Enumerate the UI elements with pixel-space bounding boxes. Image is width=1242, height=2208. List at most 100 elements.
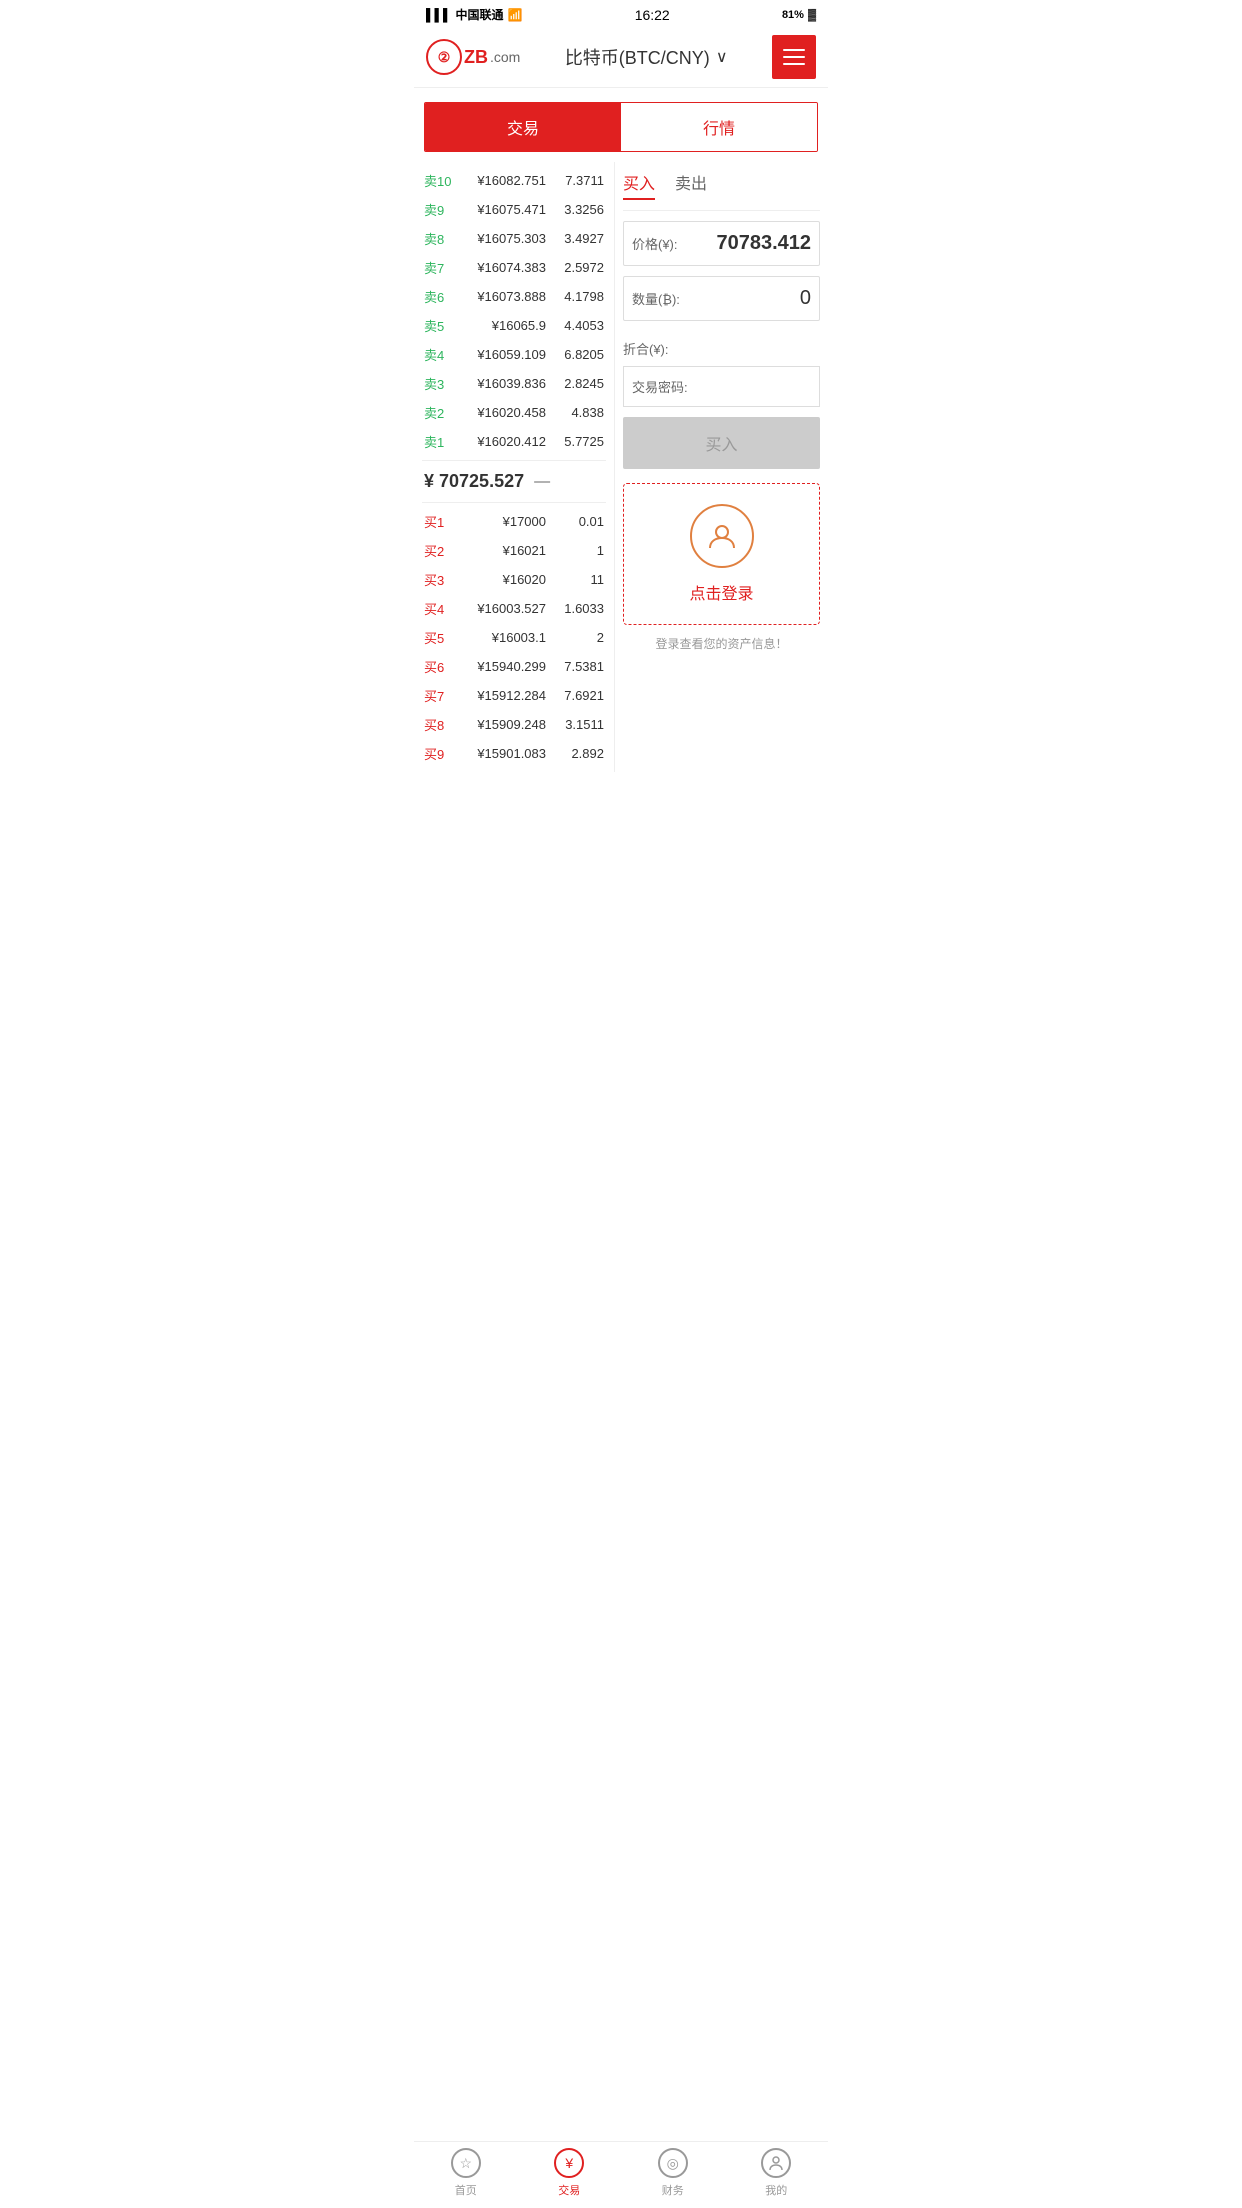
sell-price: ¥16073.888 bbox=[452, 289, 546, 304]
buy-price: ¥16020 bbox=[452, 572, 546, 587]
battery-icon: 81% bbox=[782, 9, 804, 21]
menu-line-2 bbox=[783, 56, 805, 58]
chevron-down-icon: ∨ bbox=[716, 47, 728, 67]
battery-bar: ▓ bbox=[808, 9, 816, 21]
buy-order-row[interactable]: 买4 ¥16003.527 1.6033 bbox=[422, 594, 606, 623]
buy-qty: 7.6921 bbox=[554, 688, 604, 703]
sell-orders: 卖10 ¥16082.751 7.3711 卖9 ¥16075.471 3.32… bbox=[422, 166, 606, 456]
sell-price: ¥16075.303 bbox=[452, 231, 546, 246]
sell-order-row[interactable]: 卖2 ¥16020.458 4.838 bbox=[422, 398, 606, 427]
sell-qty: 4.4053 bbox=[554, 318, 604, 333]
sell-label: 卖9 bbox=[424, 200, 452, 219]
buy-order-row[interactable]: 买9 ¥15901.083 2.892 bbox=[422, 739, 606, 768]
sell-qty: 2.5972 bbox=[554, 260, 604, 275]
sell-qty: 3.3256 bbox=[554, 202, 604, 217]
sell-tab[interactable]: 卖出 bbox=[675, 170, 707, 200]
qty-label: 数量(₿): bbox=[632, 289, 680, 308]
buy-order-row[interactable]: 买7 ¥15912.284 7.6921 bbox=[422, 681, 606, 710]
menu-line-1 bbox=[783, 49, 805, 51]
main-content: 卖10 ¥16082.751 7.3711 卖9 ¥16075.471 3.32… bbox=[414, 162, 828, 772]
trade-icon: ¥ bbox=[554, 2148, 584, 2178]
sell-qty: 7.3711 bbox=[554, 173, 604, 188]
sell-qty: 4.838 bbox=[554, 405, 604, 420]
profile-icon bbox=[761, 2148, 791, 2178]
logo[interactable]: ② ZB .com bbox=[426, 39, 520, 75]
sell-order-row[interactable]: 卖7 ¥16074.383 2.5972 bbox=[422, 253, 606, 282]
sell-qty: 3.4927 bbox=[554, 231, 604, 246]
tab-trade[interactable]: 交易 bbox=[425, 103, 621, 151]
buy-label: 买2 bbox=[424, 541, 452, 560]
buy-price: ¥15912.284 bbox=[452, 688, 546, 703]
buy-price: ¥15901.083 bbox=[452, 746, 546, 761]
buy-order-row[interactable]: 买2 ¥16021 1 bbox=[422, 536, 606, 565]
buy-tab[interactable]: 买入 bbox=[623, 170, 655, 200]
sell-price: ¥16039.836 bbox=[452, 376, 546, 391]
main-tab-bar: 交易 行情 bbox=[424, 102, 818, 152]
trade-panel: 买入 卖出 价格(¥): 70783.412 数量(₿): 0 折合(¥): 交… bbox=[615, 162, 828, 772]
page-title[interactable]: 比特币(BTC/CNY) ∨ bbox=[565, 44, 728, 70]
buy-label: 买8 bbox=[424, 715, 452, 734]
sell-order-row[interactable]: 卖1 ¥16020.412 5.7725 bbox=[422, 427, 606, 456]
buy-qty: 2.892 bbox=[554, 746, 604, 761]
nav-finance[interactable]: ◎ 财务 bbox=[621, 2148, 725, 2198]
nav-profile[interactable]: 我的 bbox=[725, 2148, 829, 2198]
buy-order-row[interactable]: 买8 ¥15909.248 3.1511 bbox=[422, 710, 606, 739]
sell-price: ¥16074.383 bbox=[452, 260, 546, 275]
sell-order-row[interactable]: 卖5 ¥16065.9 4.4053 bbox=[422, 311, 606, 340]
status-right: 81% ▓ bbox=[782, 9, 816, 21]
sell-price: ¥16020.412 bbox=[452, 434, 546, 449]
buy-order-row[interactable]: 买6 ¥15940.299 7.5381 bbox=[422, 652, 606, 681]
sell-label: 卖6 bbox=[424, 287, 452, 306]
buy-price: ¥16003.527 bbox=[452, 601, 546, 616]
tab-market[interactable]: 行情 bbox=[621, 103, 817, 151]
status-left: ▌▌▌ 中国联通 📶 bbox=[426, 6, 522, 23]
app-header: ② ZB .com 比特币(BTC/CNY) ∨ bbox=[414, 27, 828, 88]
qty-input[interactable]: 数量(₿): 0 bbox=[623, 276, 820, 321]
nav-home[interactable]: ☆ 首页 bbox=[414, 2148, 518, 2198]
sell-price: ¥16065.9 bbox=[452, 318, 546, 333]
buy-price: ¥17000 bbox=[452, 514, 546, 529]
sell-order-row[interactable]: 卖6 ¥16073.888 4.1798 bbox=[422, 282, 606, 311]
sell-order-row[interactable]: 卖4 ¥16059.109 6.8205 bbox=[422, 340, 606, 369]
bottom-nav: ☆ 首页 ¥ 交易 ◎ 财务 我的 bbox=[414, 2141, 828, 2208]
login-prompt[interactable]: 点击登录 bbox=[623, 483, 820, 625]
menu-button[interactable] bbox=[772, 35, 816, 79]
buy-price: ¥16003.1 bbox=[452, 630, 546, 645]
nav-finance-label: 财务 bbox=[662, 2182, 684, 2198]
asset-hint: 登录查看您的资产信息！ bbox=[623, 629, 820, 658]
buy-qty: 1.6033 bbox=[554, 601, 604, 616]
sell-order-row[interactable]: 卖8 ¥16075.303 3.4927 bbox=[422, 224, 606, 253]
total-row: 折合(¥): bbox=[623, 331, 820, 366]
sell-order-row[interactable]: 卖3 ¥16039.836 2.8245 bbox=[422, 369, 606, 398]
qty-value: 0 bbox=[800, 287, 811, 310]
nav-trade[interactable]: ¥ 交易 bbox=[518, 2148, 622, 2198]
nav-trade-label: 交易 bbox=[558, 2182, 580, 2198]
price-input[interactable]: 价格(¥): 70783.412 bbox=[623, 221, 820, 266]
sell-price: ¥16075.471 bbox=[452, 202, 546, 217]
currency-pair: 比特币(BTC/CNY) bbox=[565, 44, 710, 70]
logo-text: ZB bbox=[464, 47, 488, 68]
sell-order-row[interactable]: 卖9 ¥16075.471 3.3256 bbox=[422, 195, 606, 224]
buy-button[interactable]: 买入 bbox=[623, 417, 820, 469]
carrier: 中国联通 bbox=[456, 6, 504, 23]
buy-order-row[interactable]: 买5 ¥16003.1 2 bbox=[422, 623, 606, 652]
sell-qty: 2.8245 bbox=[554, 376, 604, 391]
total-label: 折合(¥): bbox=[623, 339, 669, 358]
nav-home-label: 首页 bbox=[455, 2182, 477, 2198]
sell-label: 卖5 bbox=[424, 316, 452, 335]
buy-label: 买1 bbox=[424, 512, 452, 531]
trend-icon: — bbox=[534, 473, 550, 491]
sell-qty: 6.8205 bbox=[554, 347, 604, 362]
sell-label: 卖2 bbox=[424, 403, 452, 422]
user-icon bbox=[690, 504, 754, 568]
menu-line-3 bbox=[783, 63, 805, 65]
sell-order-row[interactable]: 卖10 ¥16082.751 7.3711 bbox=[422, 166, 606, 195]
logo-domain: .com bbox=[490, 49, 520, 65]
mid-price-row: ¥ 70725.527 — bbox=[422, 460, 606, 503]
buy-qty: 11 bbox=[554, 572, 604, 587]
buy-qty: 7.5381 bbox=[554, 659, 604, 674]
password-input[interactable]: 交易密码: bbox=[623, 366, 820, 407]
buy-order-row[interactable]: 买3 ¥16020 11 bbox=[422, 565, 606, 594]
buy-order-row[interactable]: 买1 ¥17000 0.01 bbox=[422, 507, 606, 536]
buy-qty: 0.01 bbox=[554, 514, 604, 529]
